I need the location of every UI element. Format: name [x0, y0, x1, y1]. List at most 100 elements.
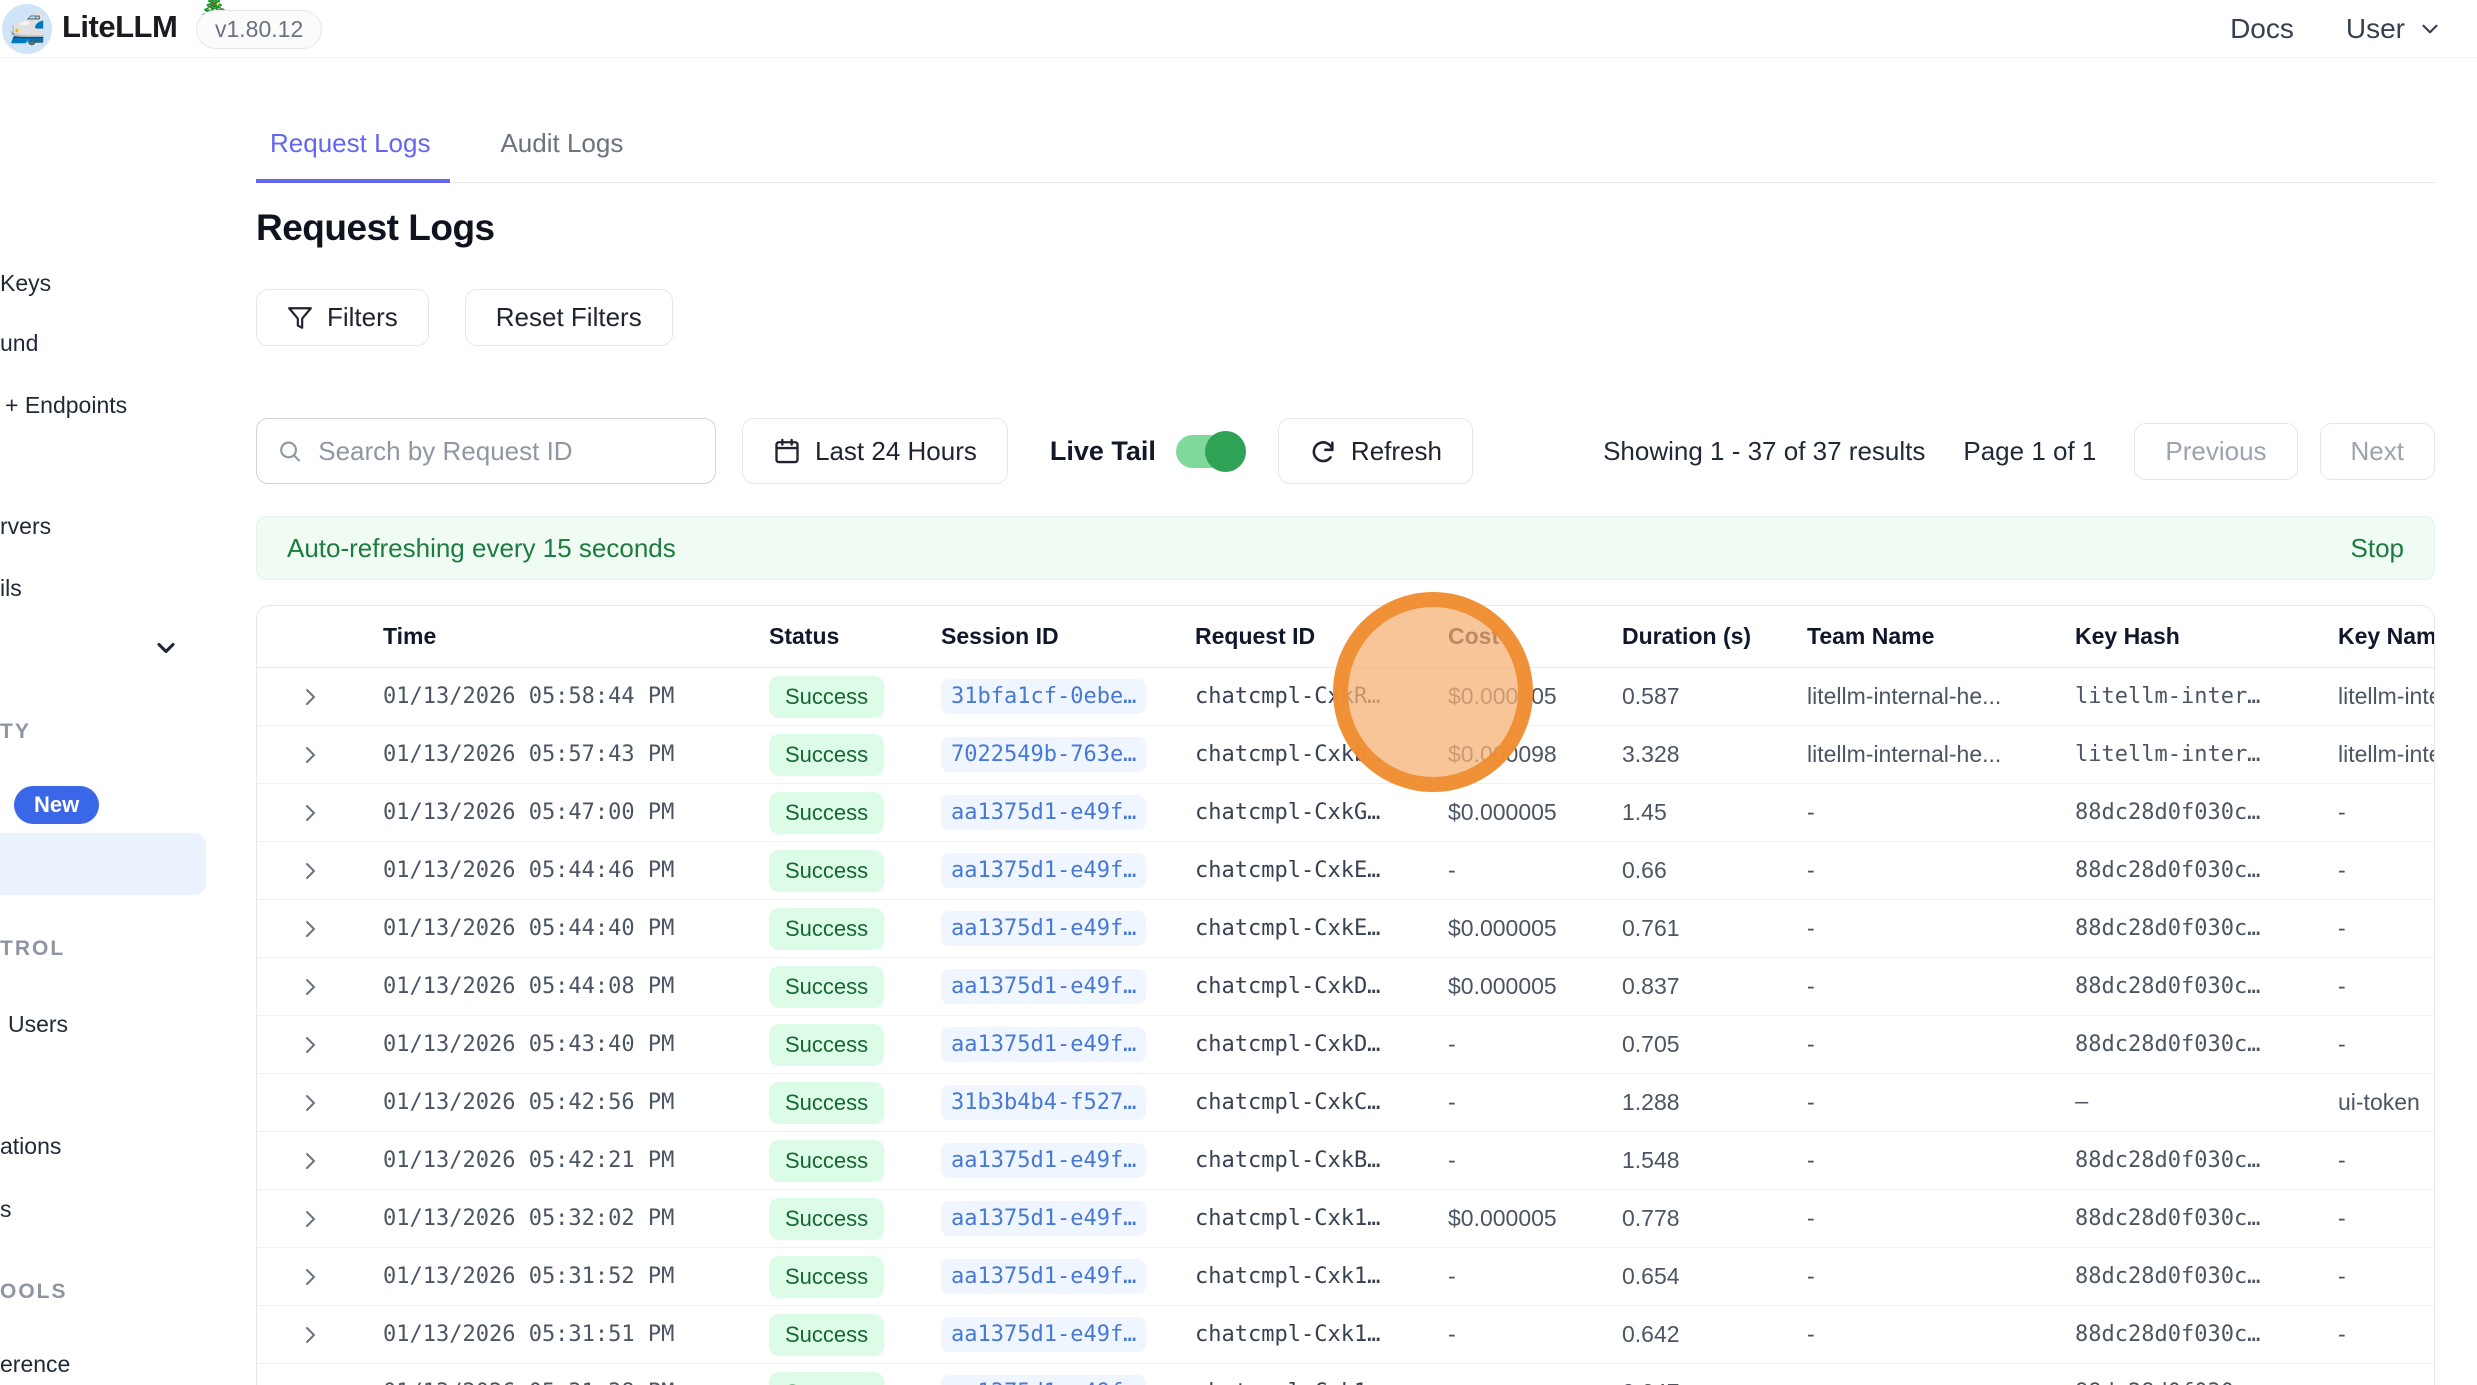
expand-row-button[interactable]	[257, 1265, 383, 1289]
docs-link[interactable]: Docs	[2230, 13, 2294, 45]
expand-row-button[interactable]	[257, 801, 383, 825]
cell-time: 01/13/2026 05:47:00 PM	[383, 800, 769, 825]
cell-duration: 0.761	[1622, 915, 1807, 942]
cell-session-id: aa1375d1-e49f…	[941, 1259, 1195, 1294]
session-id-link[interactable]: aa1375d1-e49f…	[941, 1143, 1146, 1178]
filters-button[interactable]: Filters	[256, 289, 429, 346]
table-row[interactable]: 01/13/2026 05:44:40 PM Success aa1375d1-…	[257, 900, 2434, 958]
cell-cost: -	[1448, 1379, 1622, 1385]
cell-request-id: chatcmpl-CxkD…	[1195, 974, 1448, 999]
cell-key-name: -	[2338, 1379, 2434, 1385]
session-id-link[interactable]: aa1375d1-e49f…	[941, 1375, 1146, 1385]
tab-audit-logs[interactable]: Audit Logs	[480, 128, 643, 182]
funnel-icon	[287, 305, 313, 331]
stop-auto-refresh-button[interactable]: Stop	[2351, 533, 2405, 564]
session-id-link[interactable]: 31b3b4b4-f527…	[941, 1085, 1146, 1120]
sidebar-item-virtual-keys[interactable]: Keys	[0, 270, 51, 297]
session-id-link[interactable]: aa1375d1-e49f…	[941, 795, 1146, 830]
sidebar-collapse-chevron-icon[interactable]	[152, 634, 180, 662]
page-title: Request Logs	[256, 207, 2435, 249]
session-id-link[interactable]: 31bfa1cf-0ebe…	[941, 679, 1146, 714]
sidebar-item-teams[interactable]: s	[0, 1196, 12, 1223]
refresh-button[interactable]: Refresh	[1278, 418, 1473, 484]
expand-row-button[interactable]	[257, 743, 383, 767]
filters-button-label: Filters	[327, 302, 398, 333]
session-id-link[interactable]: aa1375d1-e49f…	[941, 969, 1146, 1004]
expand-row-button[interactable]	[257, 975, 383, 999]
chevron-right-icon	[298, 1265, 322, 1289]
table-row[interactable]: 01/13/2026 05:43:40 PM Success aa1375d1-…	[257, 1016, 2434, 1074]
cell-key-name: -	[2338, 1263, 2434, 1290]
table-row[interactable]: 01/13/2026 05:31:52 PM Success aa1375d1-…	[257, 1248, 2434, 1306]
table-row[interactable]: 01/13/2026 05:42:21 PM Success aa1375d1-…	[257, 1132, 2434, 1190]
expand-row-button[interactable]	[257, 1033, 383, 1057]
table-row[interactable]: 01/13/2026 05:42:56 PM Success 31b3b4b4-…	[257, 1074, 2434, 1132]
cell-team-name: -	[1807, 1089, 2075, 1116]
cell-status: Success	[769, 1140, 941, 1182]
search-icon	[277, 437, 302, 465]
chevron-right-icon	[298, 1149, 322, 1173]
session-id-link[interactable]: aa1375d1-e49f…	[941, 1027, 1146, 1062]
previous-page-button[interactable]: Previous	[2134, 423, 2297, 480]
table-row[interactable]: 01/13/2026 05:31:51 PM Success aa1375d1-…	[257, 1306, 2434, 1364]
table-body: 01/13/2026 05:58:44 PM Success 31bfa1cf-…	[257, 668, 2434, 1385]
table-row[interactable]: 01/13/2026 05:32:02 PM Success aa1375d1-…	[257, 1190, 2434, 1248]
sidebar-item-models-endpoints[interactable]: + Endpoints	[5, 392, 127, 419]
user-menu-label: User	[2346, 13, 2405, 45]
top-navbar: 🚅 LiteLLM 🎄 v1.80.12 Docs User	[0, 0, 2477, 58]
next-page-button[interactable]: Next	[2320, 423, 2435, 480]
table-row[interactable]: 01/13/2026 05:58:44 PM Success 31bfa1cf-…	[257, 668, 2434, 726]
cell-session-id: aa1375d1-e49f…	[941, 853, 1195, 888]
session-id-link[interactable]: aa1375d1-e49f…	[941, 1201, 1146, 1236]
cell-time: 01/13/2026 05:44:08 PM	[383, 974, 769, 999]
cell-key-name: litellm-inter…	[2338, 741, 2434, 768]
tab-request-logs[interactable]: Request Logs	[256, 128, 450, 183]
cell-key-hash: litellm-inter…	[2075, 742, 2338, 767]
time-range-button[interactable]: Last 24 Hours	[742, 418, 1008, 484]
expand-row-button[interactable]	[257, 1091, 383, 1115]
request-id-search[interactable]	[256, 418, 716, 484]
cell-time: 01/13/2026 05:44:46 PM	[383, 858, 769, 883]
results-summary: Showing 1 - 37 of 37 results	[1603, 436, 1925, 467]
table-row[interactable]: 01/13/2026 05:31:38 PM Success aa1375d1-…	[257, 1364, 2434, 1385]
sidebar-item-internal-users[interactable]: Users	[8, 1011, 68, 1038]
status-badge: Success	[769, 792, 884, 834]
session-id-link[interactable]: aa1375d1-e49f…	[941, 1259, 1146, 1294]
sidebar-item-api-reference[interactable]: erence	[0, 1351, 70, 1378]
status-badge: Success	[769, 966, 884, 1008]
sidebar-item-logs-active-highlight[interactable]	[0, 833, 206, 895]
table-row[interactable]: 01/13/2026 05:44:46 PM Success aa1375d1-…	[257, 842, 2434, 900]
sidebar-item-playground[interactable]: und	[0, 330, 38, 357]
cell-status: Success	[769, 1082, 941, 1124]
expand-row-button[interactable]	[257, 1323, 383, 1347]
table-row[interactable]: 01/13/2026 05:47:00 PM Success aa1375d1-…	[257, 784, 2434, 842]
table-row[interactable]: 01/13/2026 05:57:43 PM Success 7022549b-…	[257, 726, 2434, 784]
cell-session-id: aa1375d1-e49f…	[941, 969, 1195, 1004]
sidebar-item-guardrails[interactable]: ils	[0, 575, 22, 602]
expand-row-button[interactable]	[257, 1149, 383, 1173]
reset-filters-button[interactable]: Reset Filters	[465, 289, 673, 346]
reset-filters-label: Reset Filters	[496, 302, 642, 333]
live-tail-toggle[interactable]	[1176, 435, 1242, 468]
expand-row-button[interactable]	[257, 685, 383, 709]
session-id-link[interactable]: aa1375d1-e49f…	[941, 853, 1146, 888]
sidebar-item-servers[interactable]: rvers	[0, 513, 51, 540]
expand-row-button[interactable]	[257, 859, 383, 883]
cell-duration: 0.654	[1622, 1263, 1807, 1290]
search-input[interactable]	[318, 436, 695, 467]
expand-row-button[interactable]	[257, 1207, 383, 1231]
cell-status: Success	[769, 850, 941, 892]
user-menu[interactable]: User	[2346, 13, 2443, 45]
cell-cost: $0.000005	[1448, 915, 1622, 942]
session-id-link[interactable]: aa1375d1-e49f…	[941, 911, 1146, 946]
expand-row-button[interactable]	[257, 1381, 383, 1385]
time-range-label: Last 24 Hours	[815, 436, 977, 467]
session-id-link[interactable]: aa1375d1-e49f…	[941, 1317, 1146, 1352]
cell-time: 01/13/2026 05:43:40 PM	[383, 1032, 769, 1057]
sidebar-item-organizations[interactable]: ations	[0, 1133, 61, 1160]
session-id-link[interactable]: 7022549b-763e…	[941, 737, 1146, 772]
status-badge: Success	[769, 908, 884, 950]
expand-row-button[interactable]	[257, 917, 383, 941]
table-row[interactable]: 01/13/2026 05:44:08 PM Success aa1375d1-…	[257, 958, 2434, 1016]
chevron-right-icon	[298, 1381, 322, 1385]
